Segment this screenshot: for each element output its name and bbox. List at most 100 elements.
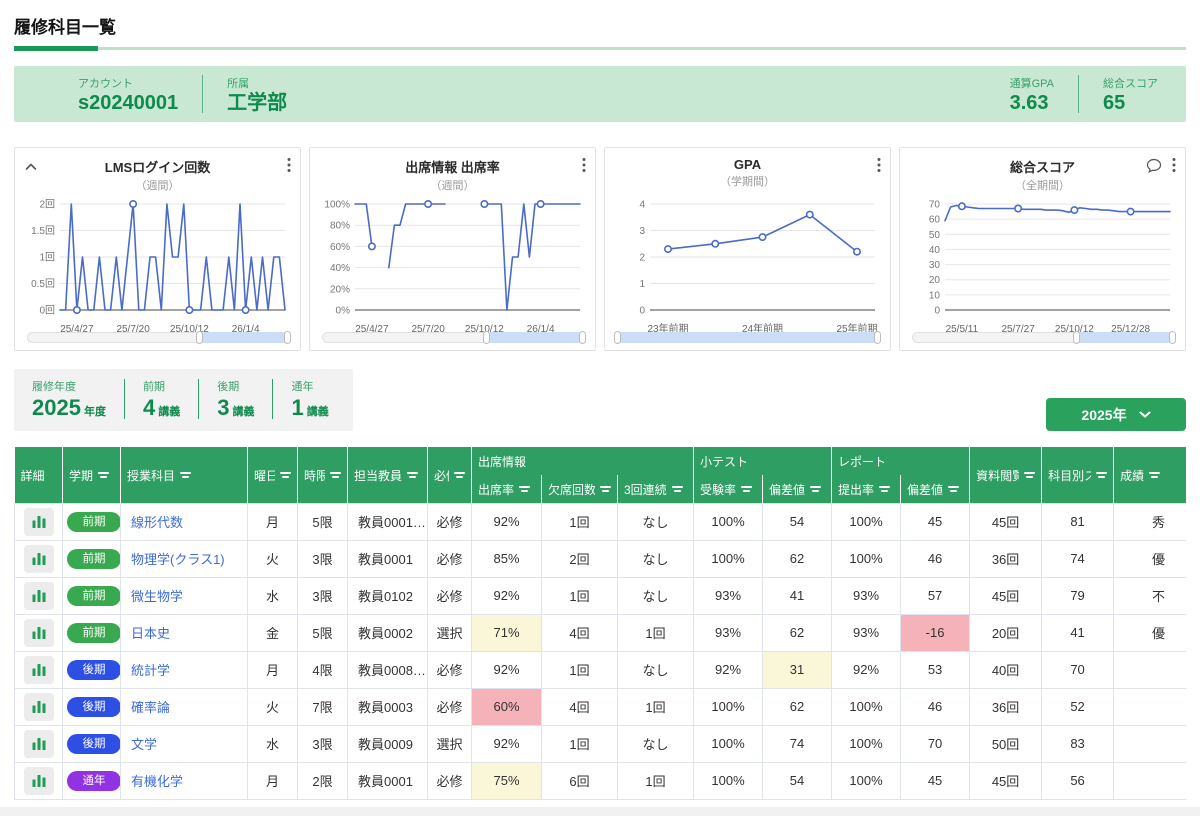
chart-range-slider bbox=[27, 332, 288, 343]
account-summary-bar: アカウント s20240001 所属 工学部 通算GPA 3.63 総合スコア … bbox=[14, 66, 1186, 122]
chart-zoom-selection[interactable] bbox=[486, 332, 583, 343]
course-link[interactable]: 文学 bbox=[131, 737, 157, 752]
cell-required: 必修 bbox=[428, 688, 472, 725]
chart-zoom-handle-right[interactable] bbox=[579, 331, 586, 344]
cell-rep_rate: 100% bbox=[832, 725, 901, 762]
bar-chart-icon bbox=[32, 626, 46, 639]
filter-icon[interactable] bbox=[948, 485, 959, 494]
course-link[interactable]: 確率論 bbox=[131, 700, 170, 715]
chart-zoom-handle-left[interactable] bbox=[483, 331, 490, 344]
courses-table: 詳細学期授業科目曜日時限担当教員必修出席情報小テストレポート資料閲覧科目別スコア… bbox=[14, 447, 1186, 800]
cell-course: 有機化学 bbox=[121, 762, 248, 799]
detail-chart-button[interactable] bbox=[24, 619, 54, 647]
chart-zoom-handle-right[interactable] bbox=[874, 331, 881, 344]
course-link[interactable]: 線形代数 bbox=[131, 515, 183, 530]
cell-course: 微生物学 bbox=[121, 577, 248, 614]
account-label: アカウント bbox=[78, 75, 178, 91]
cell-teacher: 教員0002 bbox=[348, 614, 428, 651]
chart-zoom-selection[interactable] bbox=[199, 332, 288, 343]
chart-title: LMSログイン回数 bbox=[15, 157, 300, 176]
more-options-icon[interactable] bbox=[1172, 157, 1176, 173]
detail-chart-button[interactable] bbox=[24, 508, 54, 536]
cell-absent: 1回 bbox=[542, 651, 618, 688]
cell-required: 必修 bbox=[428, 577, 472, 614]
term-badge: 前期 bbox=[67, 586, 121, 606]
filter-icon[interactable] bbox=[1024, 471, 1035, 480]
filter-icon[interactable] bbox=[98, 471, 109, 480]
chart-subtitle: （週間） bbox=[310, 177, 595, 193]
filter-icon[interactable] bbox=[810, 485, 821, 494]
collapse-chevron-up-icon[interactable] bbox=[25, 158, 37, 176]
column-header: 詳細 bbox=[15, 447, 63, 503]
filter-icon[interactable] bbox=[1096, 471, 1107, 480]
course-link[interactable]: 有機化学 bbox=[131, 774, 183, 789]
detail-chart-button[interactable] bbox=[24, 582, 54, 610]
horizontal-scrollbar[interactable] bbox=[0, 807, 1200, 816]
filter-icon[interactable] bbox=[330, 471, 341, 480]
svg-text:10: 10 bbox=[929, 290, 941, 301]
course-link[interactable]: 微生物学 bbox=[131, 589, 183, 604]
chevron-down-icon bbox=[1139, 411, 1151, 418]
course-link[interactable]: 日本史 bbox=[131, 626, 170, 641]
filter-icon[interactable] bbox=[407, 471, 418, 480]
detail-chart-button[interactable] bbox=[24, 545, 54, 573]
more-options-icon[interactable] bbox=[582, 157, 586, 173]
table-row: 前期日本史金5限教員0002選択71%4回1回93%6293%-1620回41優 bbox=[15, 614, 1187, 651]
cell-course: 確率論 bbox=[121, 688, 248, 725]
cell-consec: なし bbox=[618, 540, 694, 577]
cell-detail bbox=[15, 577, 63, 614]
comment-icon[interactable] bbox=[1146, 158, 1162, 173]
cell-detail bbox=[15, 503, 63, 540]
filter-icon[interactable] bbox=[454, 471, 465, 480]
year-selector-button[interactable]: 2025年 bbox=[1046, 398, 1186, 431]
cell-period: 4限 bbox=[298, 651, 348, 688]
chart-zoom-selection[interactable] bbox=[617, 332, 878, 343]
cell-course: 文学 bbox=[121, 725, 248, 762]
filter-icon[interactable] bbox=[879, 485, 890, 494]
cell-required: 選択 bbox=[428, 614, 472, 651]
filter-icon[interactable] bbox=[1149, 471, 1160, 480]
chart-zoom-handle-left[interactable] bbox=[196, 331, 203, 344]
detail-chart-button[interactable] bbox=[24, 767, 54, 795]
cell-rep_rate: 100% bbox=[832, 762, 901, 799]
course-link[interactable]: 統計学 bbox=[131, 663, 170, 678]
filter-icon[interactable] bbox=[741, 485, 752, 494]
cell-views: 45回 bbox=[970, 762, 1042, 799]
cell-grade: 秀 bbox=[1114, 503, 1186, 540]
cell-period: 2限 bbox=[298, 762, 348, 799]
detail-chart-button[interactable] bbox=[24, 656, 54, 684]
cell-consec: なし bbox=[618, 577, 694, 614]
bar-chart-icon bbox=[32, 737, 46, 750]
page-title: 履修科目一覧 bbox=[14, 0, 1186, 47]
cell-day: 水 bbox=[248, 725, 298, 762]
filter-icon[interactable] bbox=[280, 471, 291, 480]
cell-day: 月 bbox=[248, 651, 298, 688]
column-header: 担当教員 bbox=[348, 447, 428, 503]
course-link[interactable]: 物理学(クラス1) bbox=[131, 552, 225, 567]
filter-icon[interactable] bbox=[600, 485, 611, 494]
chart-zoom-handle-right[interactable] bbox=[284, 331, 291, 344]
chart-zoom-handle-left[interactable] bbox=[614, 331, 621, 344]
line-chart: 0%20%40%60%80%100%25/4/2725/7/2025/10/12… bbox=[310, 194, 595, 338]
cell-detail bbox=[15, 762, 63, 799]
svg-text:1回: 1回 bbox=[39, 252, 55, 264]
detail-chart-button[interactable] bbox=[24, 730, 54, 758]
chart-subtitle: （学期間） bbox=[605, 173, 890, 189]
detail-chart-button[interactable] bbox=[24, 693, 54, 721]
cell-views: 40回 bbox=[970, 651, 1042, 688]
more-options-icon[interactable] bbox=[287, 157, 291, 173]
column-group-header: レポート bbox=[832, 447, 970, 475]
affiliation-value: 工学部 bbox=[227, 93, 287, 114]
chart-zoom-handle-left[interactable] bbox=[1073, 331, 1080, 344]
chart-zoom-handle-right[interactable] bbox=[1169, 331, 1176, 344]
more-options-icon[interactable] bbox=[877, 157, 881, 173]
term-badge: 前期 bbox=[67, 549, 121, 569]
line-chart: 0回0.5回1回1.5回2回25/4/2725/7/2025/10/1226/1… bbox=[15, 194, 300, 338]
cell-rep_rate: 92% bbox=[832, 651, 901, 688]
chart-zoom-selection[interactable] bbox=[1076, 332, 1173, 343]
filter-icon[interactable] bbox=[672, 485, 683, 494]
filter-icon[interactable] bbox=[180, 471, 191, 480]
cell-score: 52 bbox=[1042, 688, 1114, 725]
cell-teacher: 教員0008… bbox=[348, 651, 428, 688]
filter-icon[interactable] bbox=[519, 485, 530, 494]
